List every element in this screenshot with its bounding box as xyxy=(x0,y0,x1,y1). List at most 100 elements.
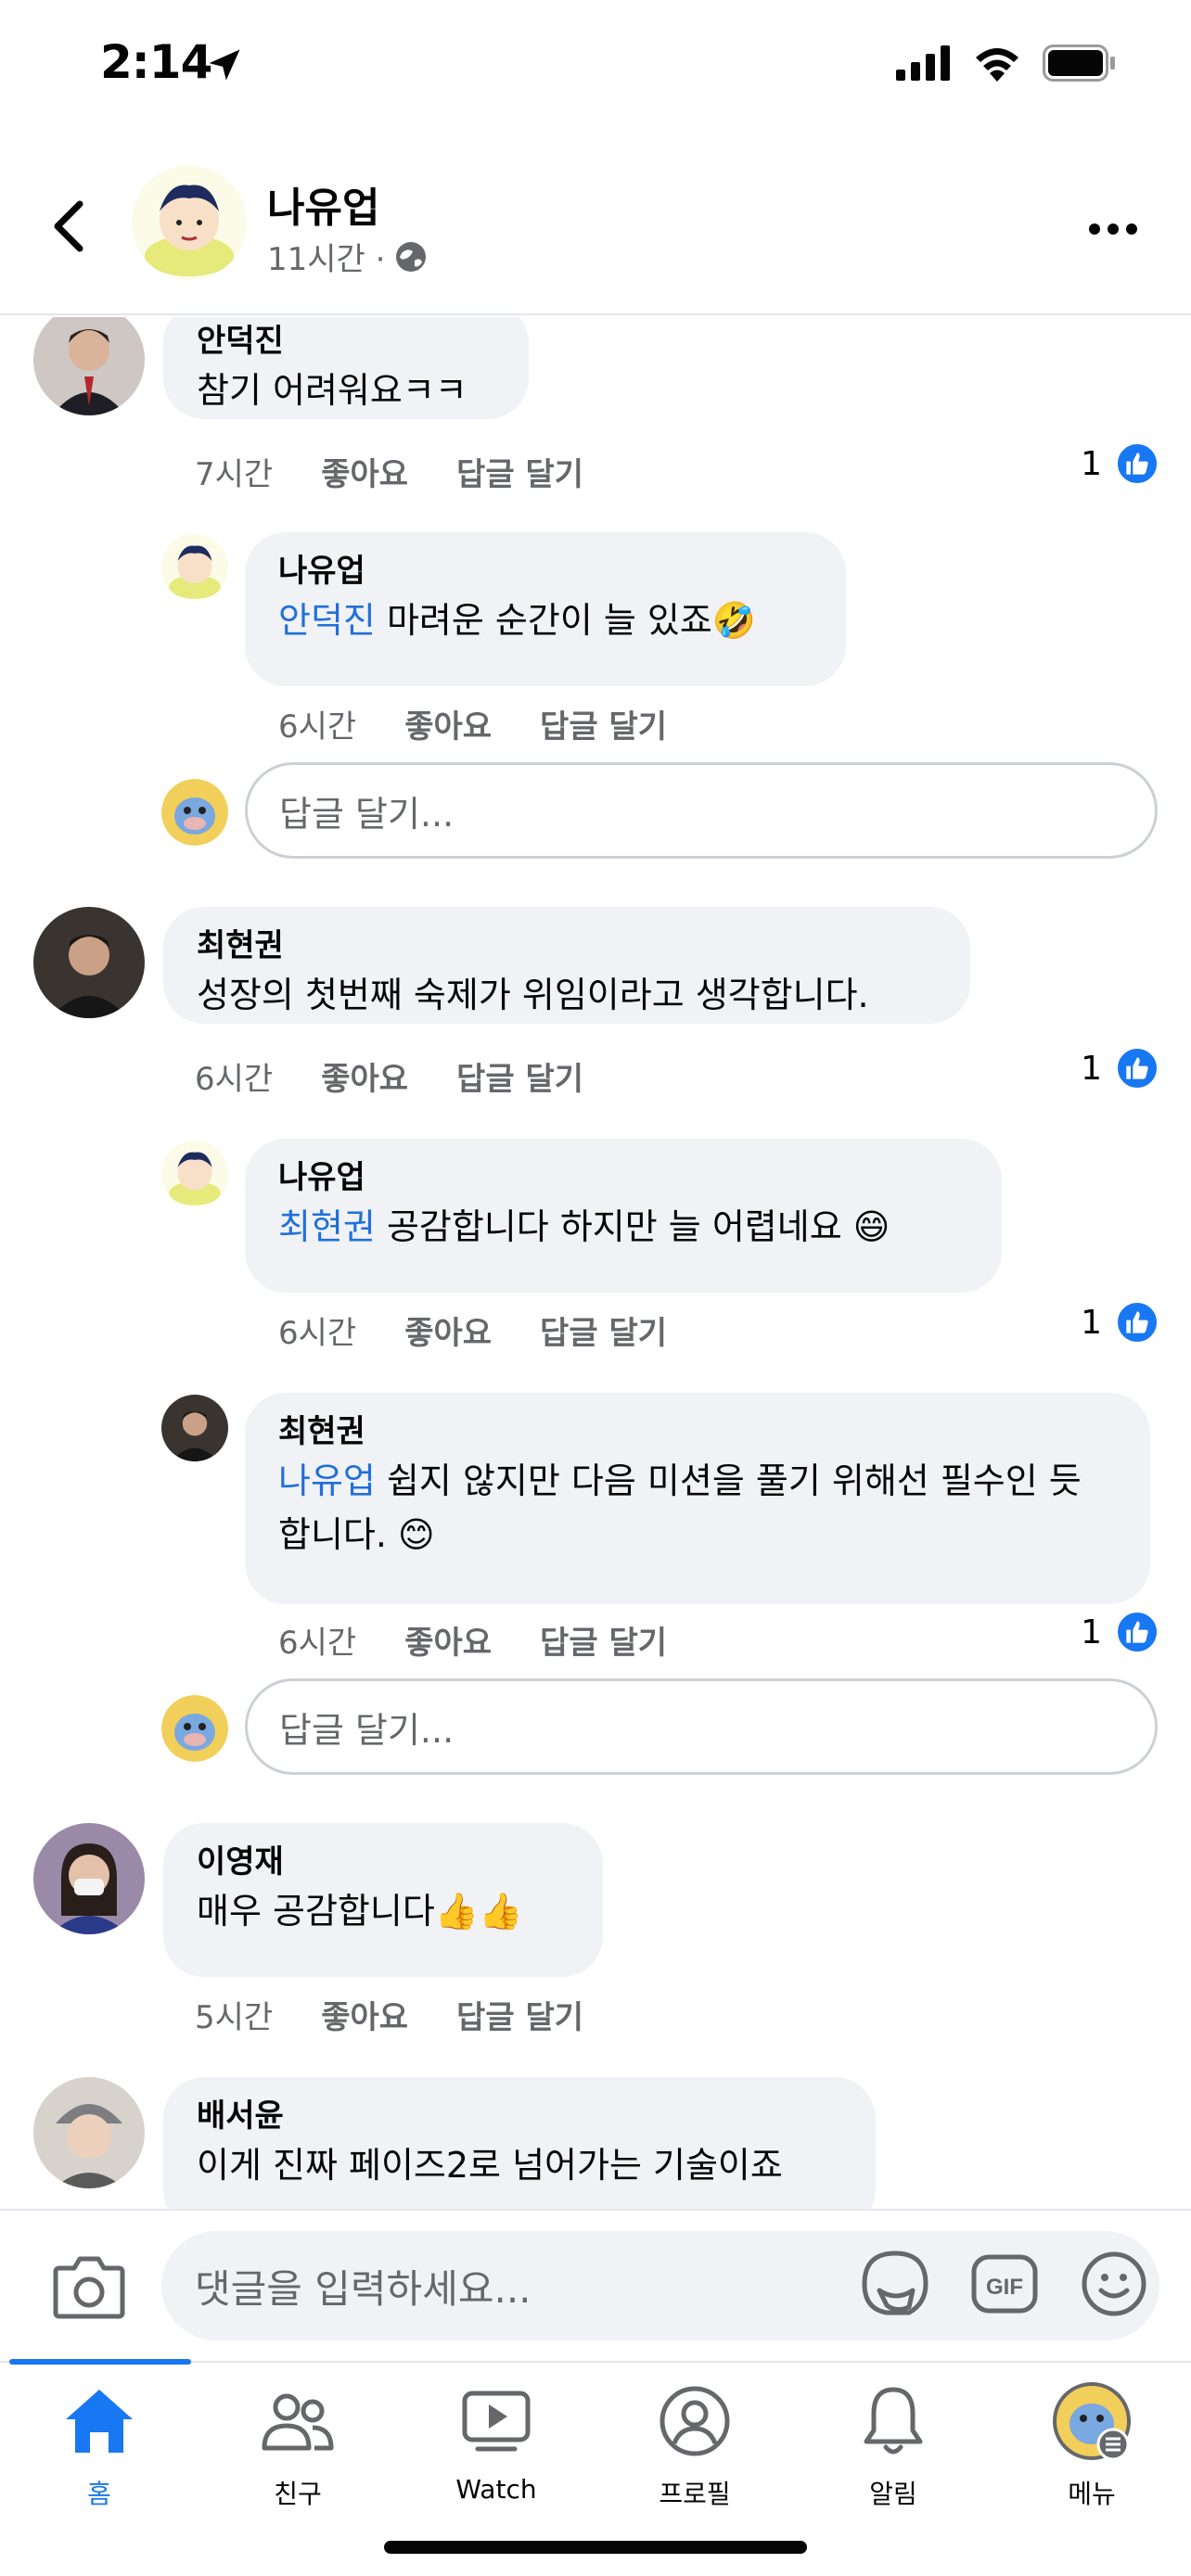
camera-button[interactable] xyxy=(52,2253,126,2320)
like-button[interactable]: 좋아요 xyxy=(321,449,408,494)
emoji-icon[interactable] xyxy=(1078,2248,1150,2320)
like-count[interactable]: 1 xyxy=(1081,1046,1159,1090)
mention-link[interactable]: 최현권 xyxy=(278,1206,376,1247)
like-count-number: 1 xyxy=(1081,444,1102,483)
reply-button[interactable]: 답글 달기 xyxy=(456,1992,583,2037)
reply-avatar[interactable] xyxy=(161,1395,228,1461)
home-icon xyxy=(59,2381,139,2461)
status-bar: 2:14 xyxy=(0,0,1191,139)
tab-label: 알림 xyxy=(869,2479,917,2509)
comment-text: 참기 어려워요ㅋㅋ xyxy=(197,370,467,411)
thumbs-up-icon xyxy=(1115,1610,1159,1654)
location-arrow-icon xyxy=(209,49,240,81)
menu-icon xyxy=(1052,2381,1132,2461)
reply-bubble[interactable]: 나유업 안덕진 마려운 순간이 늘 있죠🤣 xyxy=(245,532,846,686)
author-name[interactable]: 나유업 xyxy=(267,174,379,234)
reply-time: 6시간 xyxy=(278,1625,357,1662)
svg-text:GIF: GIF xyxy=(986,2275,1023,2300)
my-avatar xyxy=(161,779,228,846)
reply-button[interactable]: 답글 달기 xyxy=(540,1307,667,1353)
comment-bubble[interactable]: 최현권 성장의 첫번째 숙제가 위임이라고 생각합니다. xyxy=(163,907,970,1024)
composer-actions: GIF xyxy=(859,2248,1150,2320)
like-count-number: 1 xyxy=(1081,1613,1102,1651)
reply-actions: 6시간 좋아요 답글 달기 xyxy=(278,701,667,746)
comment-author[interactable]: 최현권 xyxy=(197,924,937,968)
home-indicator[interactable] xyxy=(384,2541,807,2554)
reply-input[interactable]: 답글 달기... xyxy=(245,1678,1158,1775)
gif-icon[interactable]: GIF xyxy=(968,2248,1041,2320)
comment-actions: 6시간 좋아요 답글 달기 xyxy=(195,1053,583,1099)
reply-actions: 6시간 좋아요 답글 달기 xyxy=(278,1617,667,1663)
comment-bubble[interactable]: 안덕진 참기 어려워요ㅋㅋ xyxy=(163,317,529,419)
commenter-avatar[interactable] xyxy=(33,2077,145,2188)
reply-author[interactable]: 나유업 xyxy=(278,549,813,593)
comment-actions: 7시간 좋아요 답글 달기 xyxy=(195,449,583,494)
signal-icon xyxy=(896,45,950,81)
like-count-number: 1 xyxy=(1081,1049,1102,1088)
reply-author[interactable]: 나유업 xyxy=(278,1155,968,1200)
person-photo-icon xyxy=(33,317,145,415)
sticker-icon[interactable] xyxy=(859,2248,931,2320)
comment-bubble[interactable]: 배서윤 이게 진짜 페이즈2로 넘어가는 기술이죠 xyxy=(163,2077,876,2209)
tab-friends[interactable]: 친구 xyxy=(198,2381,397,2520)
person-photo-icon xyxy=(33,1823,145,1934)
tab-home[interactable]: 홈 xyxy=(0,2381,198,2520)
comment-author[interactable]: 이영재 xyxy=(197,1840,570,1884)
like-count[interactable]: 1 xyxy=(1081,1610,1159,1654)
status-indicators xyxy=(896,45,1117,82)
watch-icon xyxy=(456,2381,536,2461)
commenter-avatar[interactable] xyxy=(33,907,145,1018)
camera-icon xyxy=(53,2256,125,2319)
comment-time: 7시간 xyxy=(195,456,274,493)
mention-link[interactable]: 안덕진 xyxy=(278,600,376,641)
cartoon-avatar-icon xyxy=(132,165,247,280)
reply-button[interactable]: 답글 달기 xyxy=(540,1617,667,1663)
tab-profile[interactable]: 프로필 xyxy=(596,2381,794,2520)
comment-composer: 댓글을 입력하세요... GIF xyxy=(0,2209,1191,2361)
comment-list[interactable]: 안덕진 참기 어려워요ㅋㅋ 7시간 좋아요 답글 달기 1 나유업 안덕진 마려… xyxy=(0,317,1191,2209)
cow-avatar-icon xyxy=(161,1695,228,1762)
reply-button[interactable]: 답글 달기 xyxy=(456,449,583,494)
cartoon-avatar-icon xyxy=(161,534,228,601)
comment-author[interactable]: 배서윤 xyxy=(197,2094,842,2138)
tab-menu[interactable]: 메뉴 xyxy=(992,2381,1191,2520)
comment-author[interactable]: 안덕진 xyxy=(197,319,495,363)
dot xyxy=(1126,223,1137,235)
bell-icon xyxy=(853,2381,933,2461)
more-options-button[interactable] xyxy=(1076,206,1150,252)
like-button[interactable]: 좋아요 xyxy=(404,1307,492,1353)
reply-button[interactable]: 답글 달기 xyxy=(456,1053,583,1099)
tab-label: 홈 xyxy=(87,2479,111,2509)
like-button[interactable]: 좋아요 xyxy=(321,1992,408,2037)
like-button[interactable]: 좋아요 xyxy=(404,701,492,746)
battery-icon xyxy=(1043,45,1115,82)
reply-author[interactable]: 최현권 xyxy=(278,1409,1117,1454)
thumbs-up-icon xyxy=(1115,1046,1159,1090)
like-count[interactable]: 1 xyxy=(1081,441,1159,486)
tab-watch[interactable]: Watch xyxy=(397,2381,596,2520)
reply-button[interactable]: 답글 달기 xyxy=(540,701,667,746)
reply-input[interactable]: 답글 달기... xyxy=(245,762,1158,859)
reply-text: 마려운 순간이 늘 있죠🤣 xyxy=(375,600,757,641)
reply-bubble[interactable]: 나유업 최현권 공감합니다 하지만 늘 어렵네요 😄 xyxy=(245,1139,1002,1293)
comment-bubble[interactable]: 이영재 매우 공감합니다👍👍 xyxy=(163,1823,603,1977)
reply-avatar[interactable] xyxy=(161,1141,228,1207)
commenter-avatar[interactable] xyxy=(33,317,145,415)
back-button[interactable] xyxy=(41,193,96,260)
mention-link[interactable]: 나유업 xyxy=(278,1460,376,1501)
like-button[interactable]: 좋아요 xyxy=(404,1617,492,1663)
globe-icon xyxy=(396,241,427,272)
tab-notifications[interactable]: 알림 xyxy=(794,2381,992,2520)
friends-icon xyxy=(258,2381,338,2461)
reply-avatar[interactable] xyxy=(161,534,228,601)
person-photo-icon xyxy=(33,907,145,1018)
like-count[interactable]: 1 xyxy=(1081,1300,1159,1345)
reply-text: 쉽지 않지만 다음 미션을 풀기 위해선 필수인 듯 합니다. 😊 xyxy=(278,1460,1082,1555)
reply-actions: 6시간 좋아요 답글 달기 xyxy=(278,1307,667,1353)
thumbs-up-icon xyxy=(1115,441,1159,486)
commenter-avatar[interactable] xyxy=(33,1823,145,1934)
author-avatar[interactable] xyxy=(132,165,247,280)
wifi-icon xyxy=(976,48,1018,82)
like-button[interactable]: 좋아요 xyxy=(321,1053,408,1099)
reply-bubble[interactable]: 최현권 나유업 쉽지 않지만 다음 미션을 풀기 위해선 필수인 듯 합니다. … xyxy=(245,1393,1150,1604)
